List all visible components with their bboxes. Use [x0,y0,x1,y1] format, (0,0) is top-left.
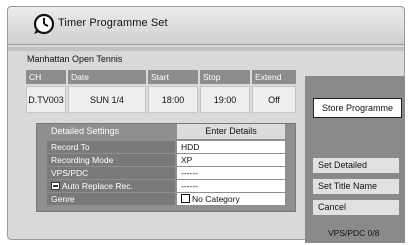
detail-row-recording-mode[interactable]: Recording Mode XP [37,154,295,166]
detail-label: Record To [47,141,175,153]
detail-label: Recording Mode [47,154,175,166]
set-title-name-button[interactable]: Set Title Name [313,179,399,194]
title-bar: Timer Programme Set [8,7,404,45]
genre-value: No Category [192,194,240,204]
detail-row-record-to[interactable]: Record To HDD [37,141,295,153]
detail-row-vps-pdc[interactable]: VPS/PDC ------ [37,167,295,179]
channel-field[interactable]: D.TV003 [26,86,66,113]
window-title: Timer Programme Set [58,17,168,29]
genre-checkbox[interactable] [181,194,190,203]
auto-replace-icon [51,182,60,190]
title-divider [8,47,404,51]
detail-label-wrap: Auto Replace Rec. [47,180,175,192]
store-programme-button[interactable]: Store Programme [313,98,402,118]
detailed-settings-title: Detailed Settings [51,126,120,136]
action-panel: Store Programme Set Detailed Set Title N… [305,76,405,243]
header-ch: CH [26,70,66,84]
detailed-settings-header: Detailed Settings Enter Details [37,124,295,139]
enter-details-label: Enter Details [177,124,285,139]
detail-label: VPS/PDC [47,167,175,179]
auto-replace-value[interactable]: ------ [177,180,285,192]
detail-label: Genre [47,193,175,205]
header-start: Start [148,70,198,84]
record-to-value[interactable]: HDD [177,141,285,153]
genre-value-wrap[interactable]: No Category [177,193,285,205]
clock-icon [33,13,55,35]
detail-row-auto-replace[interactable]: Auto Replace Rec. ------ [37,180,295,192]
header-extend: Extend [252,70,296,84]
cancel-button[interactable]: Cancel [313,200,399,215]
stop-time-field[interactable]: 19:00 [200,86,250,113]
detail-row-genre[interactable]: Genre No Category [37,193,295,205]
vps-pdc-counter: VPS/PDC 0/8 [328,228,380,238]
timer-programme-window: Timer Programme Set Manhattan Open Tenni… [7,6,405,243]
date-field[interactable]: SUN 1/4 [68,86,146,113]
detailed-settings-panel: Detailed Settings Enter Details Record T… [36,123,296,212]
programme-name: Manhattan Open Tennis [27,54,123,64]
vps-pdc-value[interactable]: ------ [177,167,285,179]
header-stop: Stop [200,70,250,84]
header-date: Date [68,70,146,84]
set-detailed-button[interactable]: Set Detailed [313,158,399,173]
recording-mode-value[interactable]: XP [177,154,285,166]
start-time-field[interactable]: 18:00 [148,86,198,113]
extend-field[interactable]: Off [252,86,296,113]
detail-label: Auto Replace Rec. [62,181,133,191]
